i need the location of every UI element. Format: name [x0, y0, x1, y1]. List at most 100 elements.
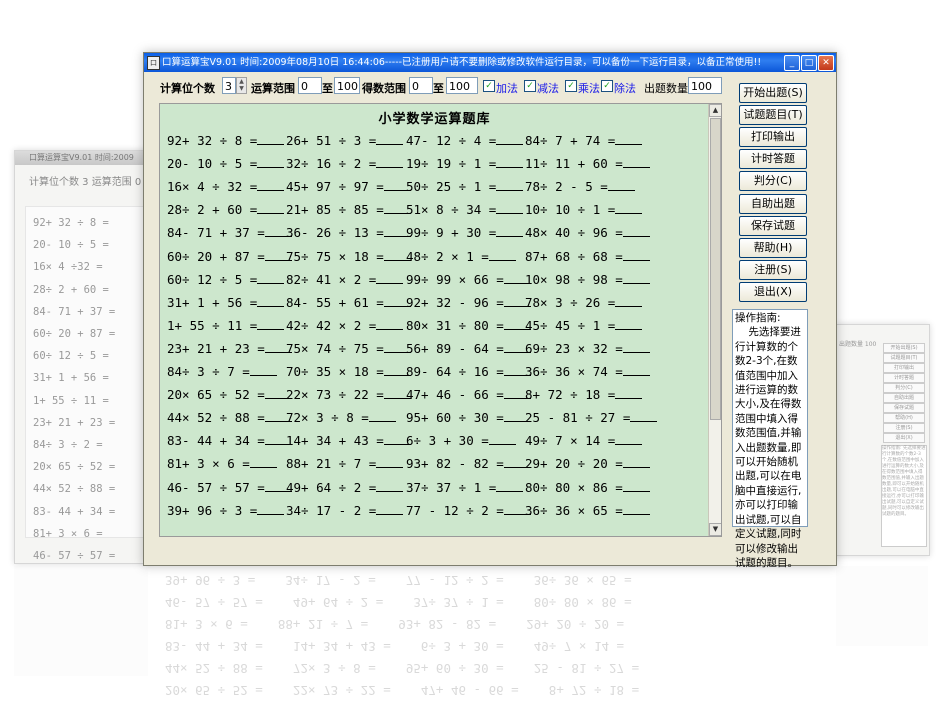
question-area[interactable]: 小学数学运算题库 92+ 32 ÷ 8 = 26+ 51 ÷ 3 = 47- 12 …	[159, 103, 722, 537]
answer-blank[interactable]	[488, 247, 516, 261]
answer-blank[interactable]	[376, 478, 404, 492]
answer-blank[interactable]	[257, 154, 285, 169]
question-text: 1+ 55 ÷ 11 =	[167, 317, 258, 333]
div-label[interactable]: 除法	[614, 80, 636, 96]
background-window-right: 出题数量 100 开始出题(S) 试题题目(T) 打印输出 计时答题 判分(C) 自助出题…	[836, 324, 930, 556]
digits-input[interactable]: 3	[222, 77, 236, 94]
background-toolbar: 计算位个数 3 运算范围 0	[29, 177, 142, 188]
answer-blank[interactable]	[496, 223, 524, 238]
answer-blank[interactable]	[607, 177, 635, 192]
answer-blank[interactable]	[376, 270, 404, 284]
question-item: 92+ 32 - 96 =	[406, 293, 531, 310]
digits-spinner[interactable]: ▲ ▼	[236, 77, 247, 94]
background-question: 16× 4 ÷32 =	[33, 261, 103, 274]
answer-blank[interactable]	[249, 362, 277, 376]
answer-blank[interactable]	[622, 501, 650, 515]
answer-blank[interactable]	[249, 454, 277, 469]
question-text: 49+ 64 ÷ 2 =	[286, 479, 377, 495]
count-input[interactable]: 100	[688, 77, 722, 94]
answer-blank[interactable]	[615, 431, 643, 446]
answer-blank[interactable]	[376, 501, 404, 515]
exit-button[interactable]: 退出(X)	[739, 281, 807, 302]
answer-blank[interactable]	[257, 501, 285, 515]
add-label[interactable]: 加法	[496, 80, 518, 96]
answer-blank[interactable]	[376, 316, 404, 330]
answer-blank[interactable]	[622, 223, 650, 238]
mul-label[interactable]: 乘法	[578, 80, 600, 96]
question-item: 88+ 21 ÷ 7 =	[286, 454, 404, 471]
range-to-input[interactable]: 100	[334, 77, 360, 94]
answer-blank[interactable]	[615, 200, 643, 215]
answer-blank[interactable]	[257, 200, 285, 215]
question-text: 20- 10 ÷ 5 =	[167, 156, 258, 172]
question-item: 51× 8 ÷ 34 =	[406, 200, 524, 217]
sub-checkbox[interactable]: ✓	[524, 80, 536, 92]
answer-blank[interactable]	[615, 385, 643, 400]
help-button[interactable]: 帮助(H)	[739, 237, 807, 258]
operation-guide: 操作指南: 先选择要进行计算数的个数2-3个,在数值范围中加入进行运算的数大小,…	[732, 309, 808, 569]
scroll-down-button[interactable]: ▼	[709, 523, 721, 536]
answer-blank[interactable]	[257, 293, 285, 307]
answer-blank[interactable]	[376, 454, 404, 469]
answer-blank[interactable]	[615, 316, 643, 330]
div-checkbox[interactable]: ✓	[601, 80, 613, 92]
minimize-button[interactable]: _	[784, 55, 800, 71]
answer-blank[interactable]	[257, 316, 285, 330]
answer-blank[interactable]	[376, 131, 404, 145]
result-range-label: 得数范围	[362, 82, 406, 95]
answer-blank[interactable]	[615, 293, 643, 307]
start-button[interactable]: 开始出题(S)	[739, 83, 807, 103]
question-text: 34÷ 17 - 2 =	[286, 502, 377, 518]
maximize-button[interactable]: □	[801, 55, 817, 71]
answer-blank[interactable]	[257, 270, 285, 284]
print-button[interactable]: 打印输出	[739, 127, 807, 148]
title-bar[interactable]: 口 口算运算宝V9.01 时间:2009年08月10日 16:44:06----…	[144, 53, 836, 72]
add-checkbox[interactable]: ✓	[483, 80, 495, 92]
scroll-thumb[interactable]	[710, 118, 721, 420]
answer-blank[interactable]	[496, 177, 524, 192]
close-button[interactable]: ✕	[818, 55, 834, 71]
save-questions-button[interactable]: 保存试题	[739, 215, 807, 236]
vertical-scrollbar[interactable]: ▲ ▼	[708, 104, 721, 536]
question-text: 37÷ 37 ÷ 1 =	[406, 479, 497, 495]
question-item: 32÷ 16 ÷ 2 =	[286, 154, 404, 171]
answer-blank[interactable]	[622, 154, 650, 169]
answer-blank[interactable]	[496, 131, 524, 145]
answer-blank[interactable]	[615, 131, 643, 145]
answer-blank[interactable]	[376, 154, 404, 169]
question-item: 10÷ 10 ÷ 1 =	[525, 200, 643, 217]
answer-blank[interactable]	[496, 154, 524, 169]
self-question-button[interactable]: 自助出题	[739, 193, 807, 214]
timed-answer-button[interactable]: 计时答题	[739, 149, 807, 170]
scroll-up-button[interactable]: ▲	[709, 104, 721, 117]
question-item: 49÷ 7 × 14 =	[525, 431, 643, 448]
result-to-input[interactable]: 100	[446, 77, 478, 94]
question-item: 78÷ 2 - 5 =	[525, 177, 635, 194]
range-from-input[interactable]: 0	[298, 77, 322, 94]
answer-blank[interactable]	[622, 339, 650, 353]
questions-button[interactable]: 试题题目(T)	[739, 105, 807, 126]
register-button[interactable]: 注册(S)	[739, 259, 807, 280]
result-from-input[interactable]: 0	[409, 77, 433, 94]
answer-blank[interactable]	[496, 478, 524, 492]
answer-blank[interactable]	[257, 131, 285, 145]
answer-blank[interactable]	[622, 454, 650, 469]
answer-blank[interactable]	[622, 478, 650, 492]
answer-blank[interactable]	[496, 200, 524, 215]
answer-blank[interactable]	[622, 270, 650, 284]
answer-blank[interactable]	[257, 177, 285, 192]
range-to-label: 至	[322, 82, 333, 95]
reflection-right	[836, 566, 928, 646]
answer-blank[interactable]	[488, 431, 516, 446]
grade-button[interactable]: 判分(C)	[739, 171, 807, 192]
answer-blank[interactable]	[622, 362, 650, 376]
background-count-label: 出题数量 100	[839, 341, 877, 348]
mul-checkbox[interactable]: ✓	[565, 80, 577, 92]
question-text: 29+ 20 ÷ 20 =	[525, 456, 623, 472]
sub-label[interactable]: 减法	[537, 80, 559, 96]
answer-blank[interactable]	[630, 408, 658, 423]
question-text: 78× 3 ÷ 26 =	[525, 294, 616, 310]
question-text: 80× 31 ÷ 80 =	[406, 317, 504, 333]
answer-blank[interactable]	[622, 247, 650, 261]
answer-blank[interactable]	[368, 408, 396, 423]
